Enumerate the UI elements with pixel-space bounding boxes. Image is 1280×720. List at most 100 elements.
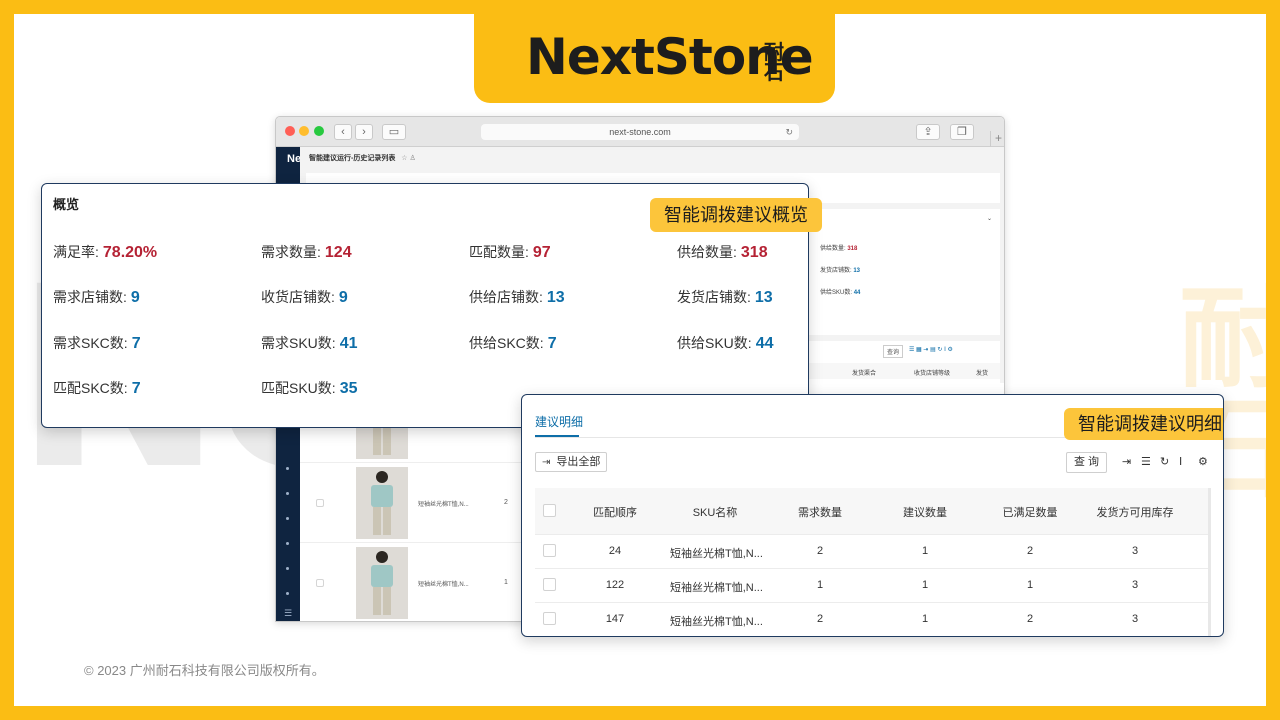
bg-query-button[interactable]: 查询: [883, 345, 904, 358]
select-all-checkbox[interactable]: [543, 504, 556, 517]
sidebar-dot[interactable]: [286, 467, 289, 470]
sidebar-dot[interactable]: [286, 492, 289, 495]
close-window-button[interactable]: [285, 126, 295, 136]
table-cell: 1: [921, 579, 929, 591]
star-icon[interactable]: ☆: [401, 155, 407, 162]
vertical-scrollbar[interactable]: [1208, 488, 1211, 636]
table-cell: 短袖丝光棉T恤,N...: [670, 616, 763, 628]
stat-item: 供给店铺数: 13: [469, 287, 565, 307]
table-cell: 短袖丝光棉T恤,N...: [670, 548, 763, 560]
column-header[interactable]: 建议数量: [885, 504, 965, 520]
copyright: © 2023 广州耐石科技有限公司版权所有。: [84, 663, 325, 678]
minimize-window-button[interactable]: [299, 126, 309, 136]
sidebar-dot[interactable]: [286, 567, 289, 570]
table-row[interactable]: 24 短袖丝光棉T恤,N... 2 1 2 3: [535, 535, 1210, 569]
overview-title: 概览: [53, 197, 80, 212]
table-cell: 122: [605, 579, 625, 591]
forward-icon[interactable]: ›: [355, 124, 373, 140]
stat-label: 供给店铺数:: [469, 289, 543, 305]
density-icon[interactable]: ☰: [1141, 455, 1151, 468]
menu-icon[interactable]: ☰: [284, 608, 292, 619]
app-brand: Ne: [287, 153, 302, 165]
column-header[interactable]: 匹配顺序: [580, 504, 650, 520]
stat-item: 供给SKU数: 44: [677, 333, 773, 353]
table-row[interactable]: 147 短袖丝光棉T恤,N... 2 1 2 3: [535, 603, 1210, 636]
row-checkbox[interactable]: [543, 544, 556, 557]
bg-stat: 发货店铺数: 13: [820, 268, 861, 274]
list-view-icon[interactable]: ☰ ▦ ⇥ ▤ ↻ Ⅰ ⚙: [909, 346, 953, 353]
stat-value: 318: [740, 244, 768, 261]
stat-item: 匹配SKC数: 7: [53, 378, 141, 398]
column-header[interactable]: SKU名称: [670, 504, 760, 520]
stat-value: 97: [532, 244, 551, 261]
maximize-window-button[interactable]: [314, 126, 324, 136]
share-icon[interactable]: ⇪: [916, 124, 940, 140]
thumb-icon[interactable]: ♙: [410, 155, 416, 162]
export-icon[interactable]: ⇥: [1122, 455, 1131, 468]
table-cell: 147: [605, 613, 625, 625]
detail-card: 建议明细 智能调拨建议明细 ⇥ 导出全部 查 询 ⇥ ☰ ↻ Ⅰ ⚙ 匹配顺序 S…: [521, 394, 1224, 637]
stat-label: 收货店铺数:: [261, 289, 335, 305]
overview-badge: 智能调拨建议概览: [650, 198, 822, 232]
settings-icon[interactable]: ⚙: [1198, 455, 1208, 468]
export-icon: ⇥: [542, 457, 551, 468]
product-image: [356, 547, 408, 619]
product-qty: 1: [504, 579, 508, 586]
query-button[interactable]: 查 询: [1066, 452, 1108, 473]
sidebar-toggle-icon[interactable]: ▭: [382, 124, 406, 140]
table-cell: 3: [1131, 579, 1139, 591]
stat-item: 满足率: 78.20%: [53, 242, 157, 262]
table-cell: 2: [816, 613, 824, 625]
table-row[interactable]: 122 短袖丝光棉T恤,N... 1 1 1 3: [535, 569, 1210, 603]
stat-value: 9: [130, 289, 140, 306]
stat-label: 发货店铺数:: [677, 289, 751, 305]
column-height-icon[interactable]: Ⅰ: [1179, 455, 1182, 468]
sidebar-dot[interactable]: [286, 517, 289, 520]
product-qty: 2: [504, 499, 508, 506]
row-checkbox[interactable]: [543, 612, 556, 625]
stat-label: 需求SKU数:: [261, 335, 336, 351]
stat-value: 124: [324, 244, 352, 261]
reload-icon[interactable]: ↻: [785, 124, 793, 140]
sidebar-dot[interactable]: [286, 592, 289, 595]
column-header[interactable]: 需求数量: [780, 504, 860, 520]
stat-label: 匹配数量:: [469, 244, 529, 260]
refresh-icon[interactable]: ↻: [1160, 455, 1169, 468]
stat-value: 13: [546, 289, 565, 306]
new-tab-icon[interactable]: +: [990, 131, 1004, 147]
export-all-button[interactable]: ⇥ 导出全部: [535, 452, 608, 472]
tab-detail[interactable]: 建议明细: [535, 413, 583, 430]
collapse-icon[interactable]: ⌄: [987, 215, 992, 222]
stat-value: 78.20%: [102, 244, 158, 261]
stat-label: 满足率:: [53, 244, 99, 260]
table-cell: 1: [1026, 579, 1034, 591]
bg-stat: 供给数量: 318: [820, 246, 858, 252]
bg-stat: 供给SKU数: 44: [820, 290, 861, 296]
row-checkbox[interactable]: [543, 578, 556, 591]
stat-value: 41: [339, 335, 358, 352]
table-cell: 2: [1026, 545, 1034, 557]
table-cell: 2: [1026, 613, 1034, 625]
address-bar[interactable]: next-stone.com ↻: [481, 124, 799, 140]
tabs-icon[interactable]: ❐: [950, 124, 974, 140]
stat-label: 需求SKC数:: [53, 335, 128, 351]
stat-value: 35: [339, 380, 358, 397]
table-cell: 3: [1131, 545, 1139, 557]
url-text: next-stone.com: [609, 127, 671, 137]
stat-item: 匹配SKU数: 35: [261, 378, 357, 398]
column-header[interactable]: 发货方可用库存: [1085, 504, 1185, 520]
table-cell: 1: [921, 545, 929, 557]
stat-item: 收货店铺数: 9: [261, 287, 348, 307]
stat-label: 匹配SKU数:: [261, 380, 336, 396]
browser-toolbar: ‹ › ▭ next-stone.com ↻ ⇪ ❐ +: [276, 117, 1004, 147]
column-header[interactable]: 已满足数量: [990, 504, 1070, 520]
detail-badge: 智能调拨建议明细: [1064, 408, 1223, 440]
sidebar-dot[interactable]: [286, 542, 289, 545]
stat-item: 供给数量: 318: [677, 242, 768, 262]
row-checkbox[interactable]: [316, 499, 324, 507]
product-image: [356, 467, 408, 539]
row-checkbox[interactable]: [316, 579, 324, 587]
table-cell: 1: [816, 579, 824, 591]
table-cell: 24: [608, 545, 622, 557]
back-icon[interactable]: ‹: [334, 124, 352, 140]
